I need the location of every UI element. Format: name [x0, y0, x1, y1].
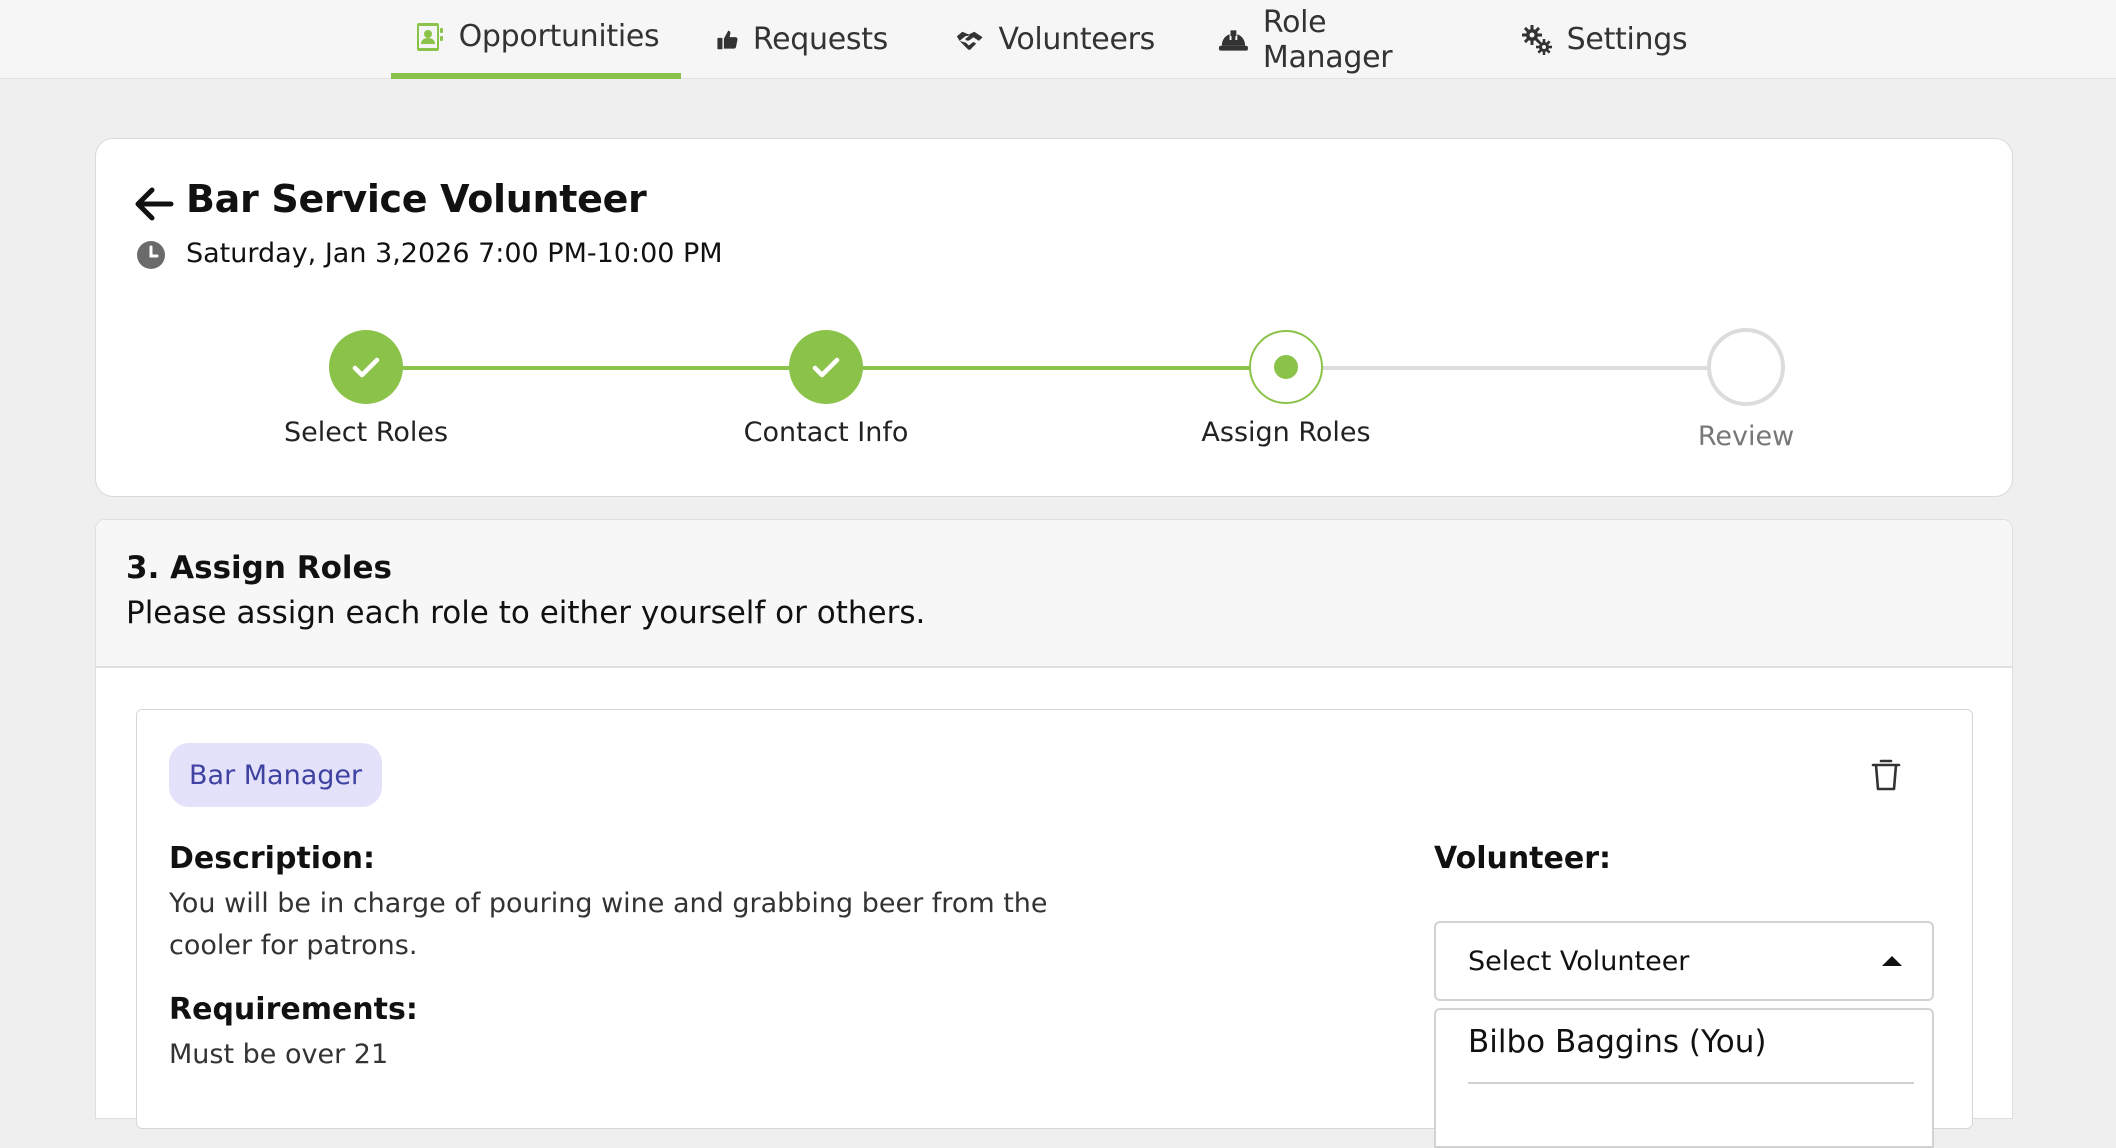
hard-hat-icon [1218, 29, 1248, 51]
requirements-text: Must be over 21 [169, 1039, 389, 1070]
nav-tab-volunteers[interactable]: Volunteers [955, 0, 1155, 79]
step-label-contact-info: Contact Info [743, 417, 909, 448]
page-title: Bar Service Volunteer [186, 177, 647, 221]
back-arrow-icon[interactable] [134, 184, 174, 224]
step-select-roles-indicator [329, 330, 403, 404]
nav-tab-label: Volunteers [998, 22, 1155, 57]
step-connector [366, 366, 826, 370]
caret-up-icon [1882, 956, 1902, 966]
volunteer-select-value: Select Volunteer [1468, 945, 1690, 977]
section-header: 3. Assign Roles Please assign each role … [96, 520, 2012, 668]
step-review-indicator [1707, 328, 1785, 406]
section-title: 3. Assign Roles [126, 550, 392, 586]
event-datetime: Saturday, Jan 3,2026 7:00 PM-10:00 PM [186, 238, 723, 269]
assign-roles-section: 3. Assign Roles Please assign each role … [95, 519, 2013, 1148]
step-connector [826, 366, 1286, 370]
checkmark-icon [352, 357, 380, 378]
volunteer-dropdown-menu: Bilbo Baggins (You) [1434, 1008, 1934, 1148]
thumbs-up-icon [717, 30, 738, 49]
trash-icon[interactable] [1870, 758, 1902, 792]
nav-tab-label: Opportunities [458, 19, 660, 54]
nav-tab-opportunities[interactable]: Opportunities [391, 0, 681, 79]
nav-tab-label: Settings [1566, 22, 1688, 57]
nav-tab-label: Requests [752, 22, 888, 57]
step-label-review: Review [1697, 421, 1795, 452]
dropdown-divider [1468, 1082, 1914, 1084]
volunteer-label: Volunteer: [1434, 841, 1612, 876]
description-text-line-1: You will be in charge of pouring wine an… [169, 888, 1048, 919]
opportunity-header-card: Bar Service Volunteer Saturday, Jan 3,20… [95, 138, 2013, 497]
step-label-assign-roles: Assign Roles [1201, 417, 1371, 448]
step-label-select-roles: Select Roles [283, 417, 449, 448]
step-assign-roles-indicator [1249, 330, 1323, 404]
nav-tab-requests[interactable]: Requests [716, 0, 888, 79]
nav-tab-label: Role Manager [1262, 4, 1393, 75]
handshake-icon [956, 31, 983, 50]
contact-book-icon [416, 22, 443, 51]
nav-tab-settings[interactable]: Settings [1519, 0, 1689, 79]
description-label: Description: [169, 841, 376, 876]
checkmark-icon [812, 357, 840, 378]
nav-tab-role-manager[interactable]: Role Manager [1218, 0, 1458, 79]
gears-icon [1521, 24, 1552, 55]
description-text-line-2: cooler for patrons. [169, 930, 418, 961]
requirements-label: Requirements: [169, 992, 418, 1027]
role-card: Bar Manager Description: You will be in … [136, 709, 1973, 1148]
section-subtitle: Please assign each role to either yourse… [126, 595, 926, 631]
dropdown-option-bilbo-baggins[interactable]: Bilbo Baggins (You) [1468, 1024, 1767, 1060]
top-navigation: Opportunities Requests Volunteers Role M… [0, 0, 2116, 79]
step-contact-info-indicator [789, 330, 863, 404]
volunteer-select[interactable]: Select Volunteer [1434, 921, 1934, 1001]
clock-icon [137, 241, 165, 269]
current-step-dot [1274, 355, 1298, 379]
role-badge: Bar Manager [169, 743, 383, 807]
step-connector [1286, 366, 1746, 370]
